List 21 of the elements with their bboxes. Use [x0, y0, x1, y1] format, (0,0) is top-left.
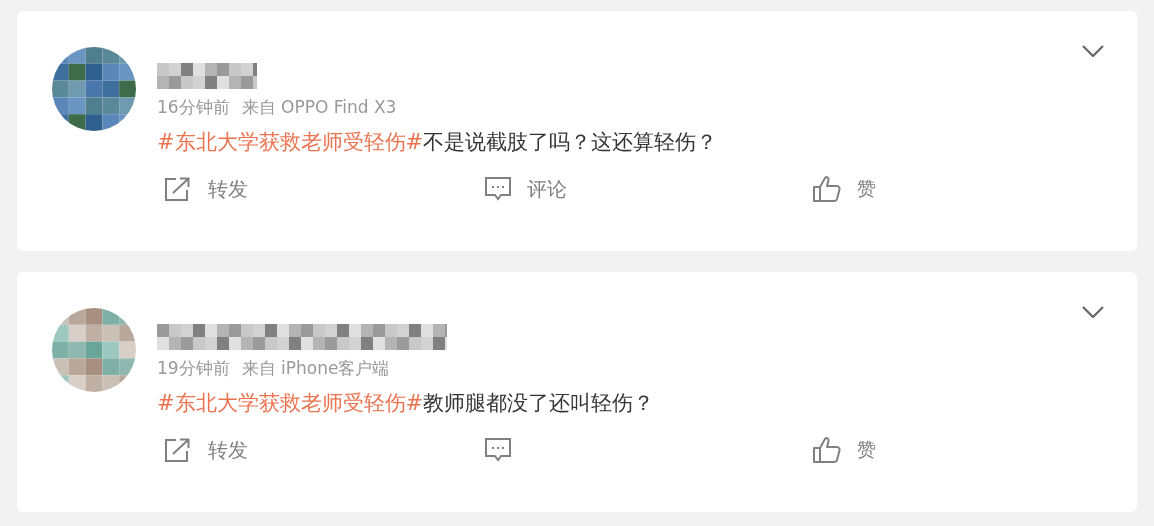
- topic-link[interactable]: #东北大学获救老师受轻伤#: [157, 391, 424, 415]
- post-text: #东北大学获救老师受轻伤#教师腿都没了还叫轻伤？: [157, 390, 655, 417]
- like-button[interactable]: 赞: [809, 173, 881, 205]
- comment-icon: [485, 438, 512, 462]
- post-time: 16分钟前: [157, 96, 230, 119]
- like-button[interactable]: 赞: [809, 434, 881, 466]
- comment-button[interactable]: 评论: [481, 173, 572, 205]
- share-icon: [164, 176, 192, 202]
- post-time: 19分钟前: [157, 357, 230, 380]
- comment-icon: [485, 177, 512, 201]
- post-text: #东北大学获救老师受轻伤#不是说截肢了吗？这还算轻伤？: [157, 129, 718, 156]
- topic-link[interactable]: #东北大学获救老师受轻伤#: [157, 130, 424, 154]
- chevron-down-icon[interactable]: [1082, 306, 1104, 318]
- post-source: 来自 iPhone客户端: [241, 357, 390, 380]
- repost-button[interactable]: 转发: [160, 173, 252, 205]
- post-source: 来自 OPPO Find X3: [241, 96, 397, 119]
- chevron-down-icon[interactable]: [1082, 45, 1104, 57]
- thumbs-up-icon: [813, 175, 842, 203]
- repost-button[interactable]: 转发: [160, 434, 252, 466]
- share-icon: [164, 437, 192, 463]
- thumbs-up-icon: [813, 436, 842, 464]
